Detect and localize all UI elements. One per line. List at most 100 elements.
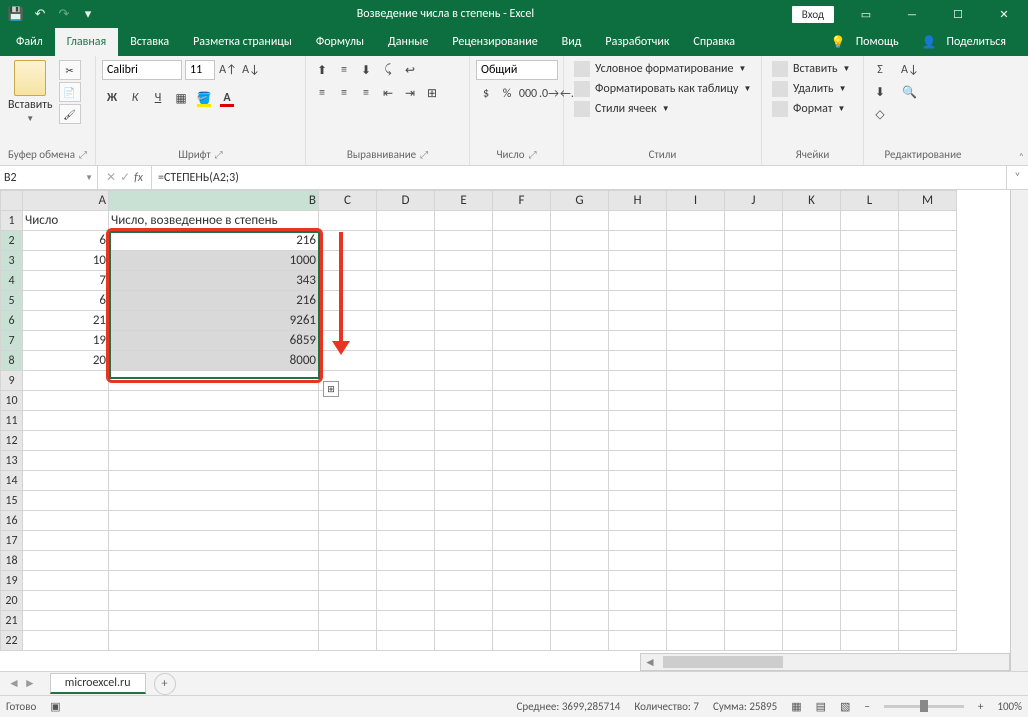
cell-styles-button[interactable]: Стили ячеек▼ xyxy=(570,100,674,118)
macro-rec-icon[interactable]: ▣ xyxy=(50,700,60,713)
cell-M1[interactable] xyxy=(899,211,957,231)
cell-D6[interactable] xyxy=(377,311,435,331)
cell-F9[interactable] xyxy=(493,371,551,391)
bold-button[interactable]: Ж xyxy=(102,88,122,108)
cell-C2[interactable] xyxy=(319,231,377,251)
cell-I3[interactable] xyxy=(667,251,725,271)
cell-G13[interactable] xyxy=(551,451,609,471)
cell-G9[interactable] xyxy=(551,371,609,391)
cell-A7[interactable]: 19 xyxy=(23,331,109,351)
cell-L18[interactable] xyxy=(841,551,899,571)
cell-E1[interactable] xyxy=(435,211,493,231)
cell-E20[interactable] xyxy=(435,591,493,611)
cell-D21[interactable] xyxy=(377,611,435,631)
zoom-in-icon[interactable]: + xyxy=(978,700,983,713)
tab-view[interactable]: Вид xyxy=(550,28,594,56)
cell-M11[interactable] xyxy=(899,411,957,431)
align-bottom-icon[interactable]: ⬇ xyxy=(356,60,376,80)
cell-B10[interactable] xyxy=(109,391,319,411)
cell-G22[interactable] xyxy=(551,631,609,651)
cell-K12[interactable] xyxy=(783,431,841,451)
view-pagebreak-icon[interactable]: ▧ xyxy=(840,700,850,713)
row-header-4[interactable]: 4 xyxy=(1,271,23,291)
cell-L4[interactable] xyxy=(841,271,899,291)
cell-M18[interactable] xyxy=(899,551,957,571)
cell-A19[interactable] xyxy=(23,571,109,591)
cell-J8[interactable] xyxy=(725,351,783,371)
cell-A5[interactable]: 6 xyxy=(23,291,109,311)
minimize-button[interactable]: — xyxy=(890,0,934,28)
cell-M16[interactable] xyxy=(899,511,957,531)
cell-I16[interactable] xyxy=(667,511,725,531)
row-header-19[interactable]: 19 xyxy=(1,571,23,591)
cell-A2[interactable]: 6 xyxy=(23,231,109,251)
cell-A21[interactable] xyxy=(23,611,109,631)
cell-B7[interactable]: 6859 xyxy=(109,331,319,351)
fill-color-icon[interactable]: 🪣 xyxy=(194,88,214,108)
cell-K15[interactable] xyxy=(783,491,841,511)
tab-developer[interactable]: Разработчик xyxy=(593,28,681,56)
cell-G14[interactable] xyxy=(551,471,609,491)
row-header-6[interactable]: 6 xyxy=(1,311,23,331)
indent-right-icon[interactable]: ⇥ xyxy=(400,83,420,103)
cell-E8[interactable] xyxy=(435,351,493,371)
cell-D11[interactable] xyxy=(377,411,435,431)
cell-M13[interactable] xyxy=(899,451,957,471)
cell-M12[interactable] xyxy=(899,431,957,451)
cell-E10[interactable] xyxy=(435,391,493,411)
cell-I10[interactable] xyxy=(667,391,725,411)
cell-D8[interactable] xyxy=(377,351,435,371)
cell-I5[interactable] xyxy=(667,291,725,311)
cell-F1[interactable] xyxy=(493,211,551,231)
cell-E17[interactable] xyxy=(435,531,493,551)
cell-E22[interactable] xyxy=(435,631,493,651)
cell-C1[interactable] xyxy=(319,211,377,231)
cut-icon[interactable]: ✂ xyxy=(59,60,81,80)
cell-G18[interactable] xyxy=(551,551,609,571)
fx-icon[interactable]: fx xyxy=(134,171,143,185)
cell-C14[interactable] xyxy=(319,471,377,491)
clipboard-launcher-icon[interactable]: ⤢ xyxy=(79,148,87,161)
paste-button[interactable]: Вставить xyxy=(8,98,53,112)
cell-L11[interactable] xyxy=(841,411,899,431)
cell-G19[interactable] xyxy=(551,571,609,591)
cell-B13[interactable] xyxy=(109,451,319,471)
cell-B19[interactable] xyxy=(109,571,319,591)
new-sheet-button[interactable]: + xyxy=(154,673,176,695)
increase-font-icon[interactable]: A↑ xyxy=(218,60,238,80)
cell-K1[interactable] xyxy=(783,211,841,231)
cell-B15[interactable] xyxy=(109,491,319,511)
cell-H6[interactable] xyxy=(609,311,667,331)
cell-E21[interactable] xyxy=(435,611,493,631)
view-normal-icon[interactable]: ▦ xyxy=(791,700,801,713)
cell-D5[interactable] xyxy=(377,291,435,311)
cell-J3[interactable] xyxy=(725,251,783,271)
maximize-button[interactable]: ☐ xyxy=(936,0,980,28)
cell-E11[interactable] xyxy=(435,411,493,431)
cell-F4[interactable] xyxy=(493,271,551,291)
row-header-5[interactable]: 5 xyxy=(1,291,23,311)
cell-E12[interactable] xyxy=(435,431,493,451)
cell-M5[interactable] xyxy=(899,291,957,311)
cell-C19[interactable] xyxy=(319,571,377,591)
cell-L10[interactable] xyxy=(841,391,899,411)
cell-E13[interactable] xyxy=(435,451,493,471)
row-header-22[interactable]: 22 xyxy=(1,631,23,651)
cell-A14[interactable] xyxy=(23,471,109,491)
worksheet[interactable]: ABCDEFGHIJKLM1ЧислоЧисло, возведенное в … xyxy=(0,190,1028,651)
wrap-text-icon[interactable]: ↩ xyxy=(400,60,420,80)
cell-C17[interactable] xyxy=(319,531,377,551)
cell-E9[interactable] xyxy=(435,371,493,391)
cell-G7[interactable] xyxy=(551,331,609,351)
col-header-D[interactable]: D xyxy=(377,191,435,211)
orientation-icon[interactable]: ⤹ xyxy=(378,60,398,80)
cell-I1[interactable] xyxy=(667,211,725,231)
cell-G11[interactable] xyxy=(551,411,609,431)
cell-A8[interactable]: 20 xyxy=(23,351,109,371)
cell-M7[interactable] xyxy=(899,331,957,351)
cell-H1[interactable] xyxy=(609,211,667,231)
cell-B12[interactable] xyxy=(109,431,319,451)
align-top-icon[interactable]: ⬆ xyxy=(312,60,332,80)
cell-I13[interactable] xyxy=(667,451,725,471)
cell-I9[interactable] xyxy=(667,371,725,391)
